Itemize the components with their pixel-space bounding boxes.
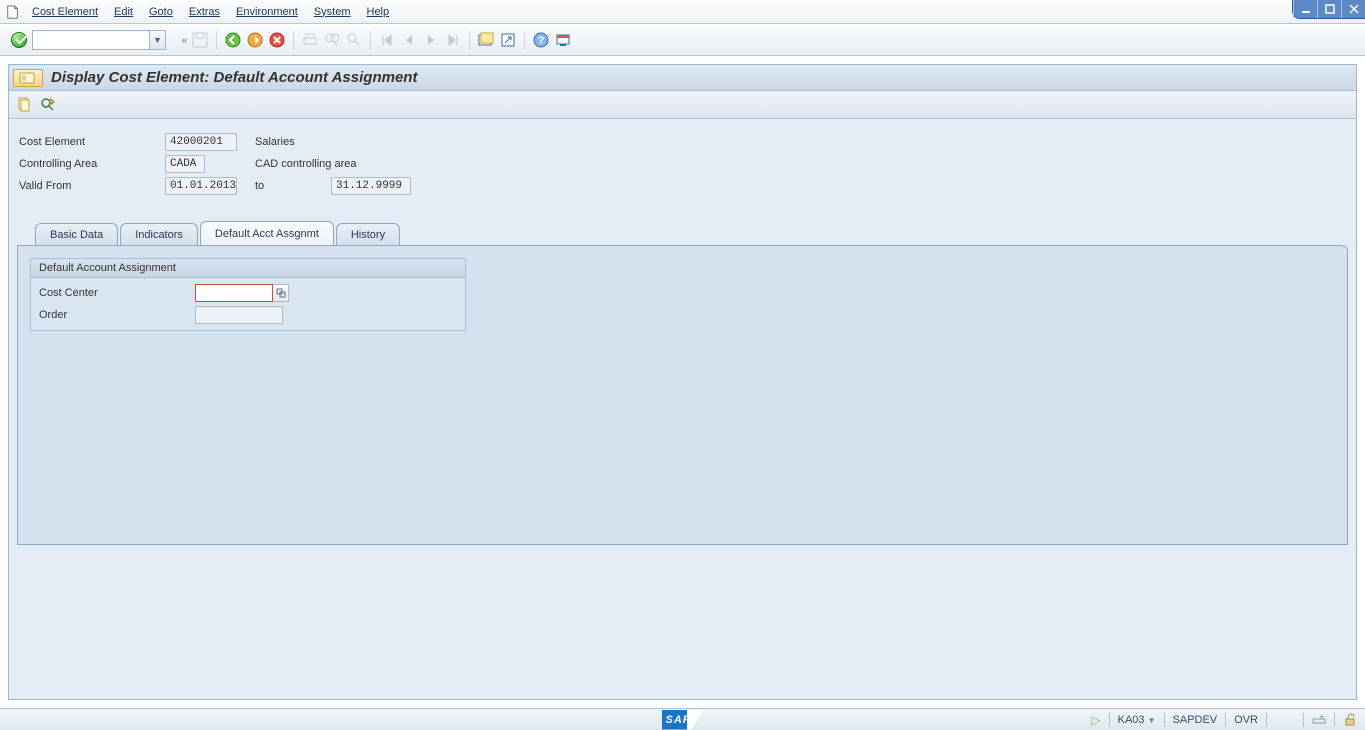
menu-cost-element[interactable]: Cost Element — [24, 6, 106, 18]
cost-center-input[interactable] — [195, 284, 273, 302]
valid-from-value: 01.01.2013 — [165, 177, 237, 195]
separator — [370, 31, 371, 49]
svg-text:?: ? — [538, 35, 545, 47]
separator — [469, 31, 470, 49]
window-controls — [1292, 0, 1365, 19]
group-title: Default Account Assignment — [31, 259, 465, 278]
cost-center-label: Cost Center — [37, 287, 195, 299]
tab-indicators[interactable]: Indicators — [120, 223, 198, 245]
settings-icon[interactable] — [1312, 713, 1326, 727]
close-button[interactable] — [1341, 0, 1365, 18]
print-button — [301, 31, 319, 49]
copy-as-button[interactable] — [15, 96, 33, 114]
cost-element-desc: Salaries — [255, 136, 295, 148]
menu-help[interactable]: Help — [359, 6, 398, 18]
enter-button[interactable] — [10, 31, 28, 49]
command-dropdown[interactable]: ▼ — [149, 31, 165, 49]
status-tcode[interactable]: KA03 ▼ — [1118, 714, 1156, 726]
standard-toolbar: ▼ « ? — [0, 24, 1365, 56]
separator — [524, 31, 525, 49]
menu-environment[interactable]: Environment — [228, 6, 306, 18]
message-indicator-icon[interactable]: ▷ — [1091, 713, 1100, 727]
menu-system[interactable]: System — [306, 6, 359, 18]
controlling-area-value: CADA — [165, 155, 205, 173]
content-panel: Display Cost Element: Default Account As… — [8, 64, 1357, 700]
create-shortcut-button[interactable] — [499, 31, 517, 49]
exit-button[interactable] — [246, 31, 264, 49]
object-type-icon[interactable] — [13, 69, 43, 87]
menu-extras[interactable]: Extras — [181, 6, 228, 18]
chevron-left-icon: « — [182, 35, 187, 45]
valid-to-value: 31.12.9999 — [331, 177, 411, 195]
new-session-button[interactable] — [477, 31, 495, 49]
command-field[interactable]: ▼ — [32, 30, 166, 50]
separator — [293, 31, 294, 49]
display-change-button[interactable] — [39, 96, 57, 114]
menubar: Cost Element Edit Goto Extras Environmen… — [0, 0, 1365, 24]
controlling-area-desc: CAD controlling area — [255, 158, 357, 170]
menu-dropdown-icon[interactable] — [6, 5, 20, 19]
statusbar: SAP ▷ KA03 ▼ SAPDEV OVR — [0, 708, 1365, 730]
title-row: Display Cost Element: Default Account As… — [9, 65, 1356, 91]
lock-icon[interactable] — [1343, 713, 1357, 727]
tab-body: Default Account Assignment Cost Center O… — [17, 245, 1348, 545]
menu-edit[interactable]: Edit — [106, 6, 141, 18]
minimize-button[interactable] — [1293, 0, 1317, 18]
back-button[interactable] — [224, 31, 242, 49]
valid-to-label: to — [255, 180, 331, 192]
tabstrip: Basic Data Indicators Default Acct Assgn… — [9, 223, 1356, 245]
help-button[interactable]: ? — [532, 31, 550, 49]
prev-page-button — [400, 31, 418, 49]
controlling-area-label: Controlling Area — [17, 158, 165, 170]
next-page-button — [422, 31, 440, 49]
separator — [216, 31, 217, 49]
sap-logo: SAP — [662, 710, 704, 730]
customize-layout-button[interactable] — [554, 31, 572, 49]
status-system: SAPDEV — [1173, 714, 1218, 726]
maximize-button[interactable] — [1317, 0, 1341, 18]
first-page-button — [378, 31, 396, 49]
menu-goto[interactable]: Goto — [141, 6, 181, 18]
find-next-button — [345, 31, 363, 49]
default-account-assignment-group: Default Account Assignment Cost Center O… — [30, 258, 466, 331]
order-input[interactable] — [195, 306, 283, 324]
find-button — [323, 31, 341, 49]
tab-default-acct-assgnmt[interactable]: Default Acct Assgnmt — [200, 221, 334, 245]
tab-history[interactable]: History — [336, 223, 400, 245]
application-toolbar — [9, 91, 1356, 119]
valid-from-label: Valid From — [17, 180, 165, 192]
tab-basic-data[interactable]: Basic Data — [35, 223, 118, 245]
cost-center-search-help[interactable] — [273, 284, 289, 302]
header-form: Cost Element 42000201 Salaries Controlli… — [9, 119, 1356, 197]
cancel-button[interactable] — [268, 31, 286, 49]
last-page-button — [444, 31, 462, 49]
order-label: Order — [37, 309, 195, 321]
page-title: Display Cost Element: Default Account As… — [51, 69, 417, 86]
status-insert-mode[interactable]: OVR — [1234, 714, 1258, 726]
cost-element-value: 42000201 — [165, 133, 237, 151]
save-button — [191, 31, 209, 49]
cost-element-label: Cost Element — [17, 136, 165, 148]
